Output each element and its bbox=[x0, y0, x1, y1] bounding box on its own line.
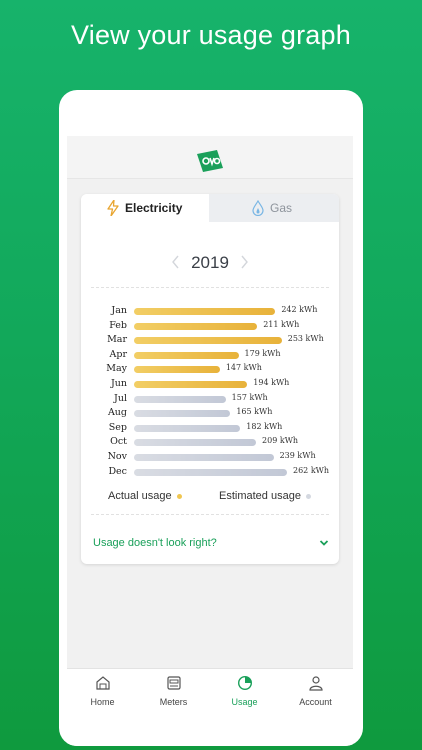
usage-value-label: 182 kWh bbox=[246, 421, 283, 431]
month-label: Oct bbox=[110, 436, 127, 448]
lightning-icon bbox=[107, 200, 119, 216]
chart-row: Oct 209 kWh bbox=[81, 435, 339, 450]
usage-value-label: 147 kWh bbox=[225, 363, 262, 373]
usage-value-label: 209 kWh bbox=[262, 436, 299, 446]
legend-estimated: Estimated usage bbox=[219, 490, 311, 502]
nav-home[interactable]: Home bbox=[67, 675, 138, 707]
month-label: Jun bbox=[110, 378, 127, 389]
usage-bar bbox=[134, 381, 248, 388]
usage-bar bbox=[134, 337, 282, 345]
chevron-left-icon[interactable] bbox=[171, 255, 181, 269]
usage-card: Electricity Gas 2019 Jan 242 kWh Feb 211… bbox=[81, 194, 339, 564]
nav-account[interactable]: Account bbox=[280, 675, 351, 707]
usage-value-label: 242 kWh bbox=[281, 305, 318, 314]
month-label: Jul bbox=[114, 392, 127, 404]
usage-value-label: 194 kWh bbox=[253, 378, 290, 387]
tab-gas[interactable]: Gas bbox=[209, 194, 339, 222]
account-icon bbox=[308, 676, 323, 691]
flame-drop-icon bbox=[252, 200, 264, 216]
chart-row: Jul 157 kWh bbox=[81, 392, 339, 407]
bottom-nav: Home Meters Usage Account bbox=[67, 668, 353, 746]
nav-meters[interactable]: Meters bbox=[138, 675, 209, 707]
chart-row: Feb 211 kWh bbox=[81, 319, 339, 334]
month-label: Apr bbox=[109, 348, 127, 360]
chart-row: Jan 242 kWh bbox=[81, 304, 339, 319]
phone-frame: Electricity Gas 2019 Jan 242 kWh Feb 211… bbox=[59, 90, 363, 746]
divider bbox=[91, 287, 329, 288]
legend-actual-label: Actual usage bbox=[108, 490, 172, 502]
month-label: Mar bbox=[107, 334, 127, 346]
app-screen: Electricity Gas 2019 Jan 242 kWh Feb 211… bbox=[67, 136, 353, 746]
usage-value-label: 262 kWh bbox=[293, 465, 330, 475]
headline: View your usage graph bbox=[71, 20, 351, 50]
chart-row: Apr 179 kWh bbox=[81, 348, 339, 363]
usage-bar bbox=[134, 424, 241, 432]
usage-bar bbox=[134, 366, 220, 374]
usage-bar bbox=[134, 468, 287, 476]
usage-value-label: 165 kWh bbox=[236, 407, 273, 417]
chart-row: May 147 kWh bbox=[81, 362, 339, 377]
nav-usage[interactable]: Usage bbox=[209, 675, 280, 707]
month-label: Dec bbox=[108, 465, 127, 477]
legend-estimated-label: Estimated usage bbox=[219, 490, 301, 502]
tab-gas-label: Gas bbox=[270, 201, 293, 215]
usage-bar bbox=[134, 454, 274, 461]
chevron-right-icon[interactable] bbox=[239, 255, 249, 269]
home-icon bbox=[95, 676, 110, 690]
legend-actual-dot bbox=[176, 493, 182, 499]
legend-actual: Actual usage bbox=[108, 490, 182, 502]
chart-row: Aug 165 kWh bbox=[81, 406, 339, 421]
nav-home-label: Home bbox=[90, 697, 115, 707]
usage-bar bbox=[134, 351, 239, 359]
chevron-down-icon[interactable] bbox=[319, 539, 329, 547]
usage-help-link[interactable]: Usage doesn't look right? bbox=[93, 537, 217, 549]
month-label: Sep bbox=[108, 421, 127, 433]
brand-logo-icon bbox=[197, 150, 223, 172]
month-label: Nov bbox=[107, 451, 127, 462]
year-selector: 2019 bbox=[81, 250, 339, 276]
app-header bbox=[67, 136, 353, 179]
usage-value-label: 239 kWh bbox=[279, 451, 316, 460]
usage-bar bbox=[134, 322, 258, 330]
divider bbox=[91, 514, 329, 515]
chart-row: Dec 262 kWh bbox=[81, 465, 339, 480]
month-label: Aug bbox=[107, 407, 127, 419]
chart-row: Mar 253 kWh bbox=[81, 333, 339, 348]
month-label: Feb bbox=[109, 319, 127, 331]
usage-bar bbox=[134, 439, 257, 447]
tab-electricity-label: Electricity bbox=[125, 201, 183, 215]
usage-value-label: 179 kWh bbox=[244, 348, 281, 358]
usage-value-label: 253 kWh bbox=[287, 334, 324, 344]
usage-bar bbox=[134, 395, 226, 403]
usage-bar bbox=[134, 410, 231, 418]
nav-account-label: Account bbox=[299, 697, 332, 707]
chart-row: Nov 239 kWh bbox=[81, 450, 339, 465]
legend-estimated-dot bbox=[305, 493, 311, 499]
meter-icon bbox=[166, 676, 181, 690]
tab-electricity[interactable]: Electricity bbox=[81, 194, 209, 222]
nav-meters-label: Meters bbox=[159, 697, 188, 707]
fuel-tabs: Electricity Gas bbox=[81, 194, 339, 222]
usage-value-label: 157 kWh bbox=[231, 392, 268, 402]
usage-bar-chart: Jan 242 kWh Feb 211 kWh Mar 253 kWh Apr 179 kWh… bbox=[81, 304, 339, 484]
year-label: 2019 bbox=[191, 253, 229, 272]
usage-chart-icon bbox=[237, 675, 252, 691]
nav-usage-label: Usage bbox=[231, 697, 258, 707]
chart-row: Jun 194 kWh bbox=[81, 377, 339, 392]
usage-bar bbox=[134, 308, 276, 315]
month-label: May bbox=[106, 363, 127, 375]
chart-row: Sep 182 kWh bbox=[81, 421, 339, 436]
usage-value-label: 211 kWh bbox=[263, 319, 300, 329]
month-label: Jan bbox=[111, 305, 127, 316]
